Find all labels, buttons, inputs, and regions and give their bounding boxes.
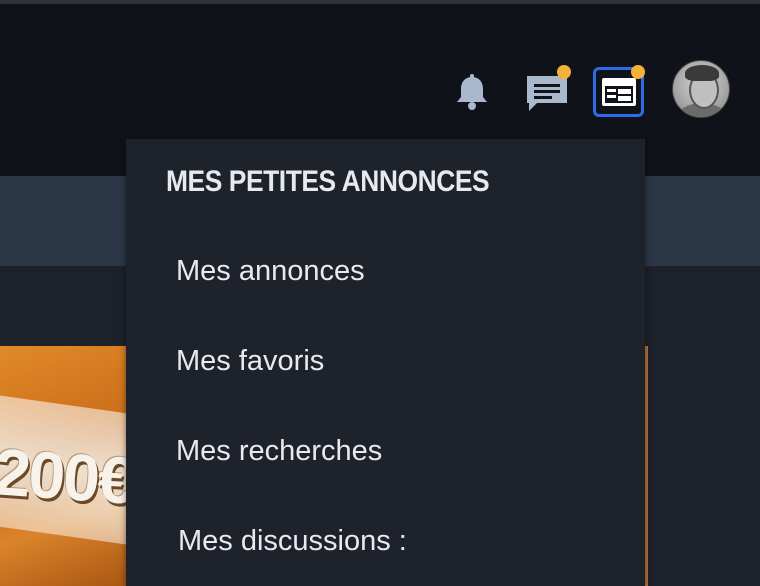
- avatar[interactable]: [672, 60, 730, 118]
- menu-item-mes-recherches[interactable]: Mes recherches: [176, 435, 382, 468]
- page: 200€ MES PETITES ANNONCES Mes annonces M…: [0, 0, 760, 586]
- chat-icon[interactable]: [525, 73, 569, 113]
- ad-banner[interactable]: 200€: [0, 346, 130, 586]
- menu-item-mes-favoris[interactable]: Mes favoris: [176, 345, 324, 378]
- ad-price: 200€: [0, 434, 130, 518]
- annonces-dropdown-menu: MES PETITES ANNONCES Mes annonces Mes fa…: [126, 139, 645, 586]
- menu-item-mes-annonces[interactable]: Mes annonces: [176, 255, 365, 288]
- content-accent-border: [645, 346, 648, 586]
- chat-notification-badge: [557, 65, 571, 79]
- annonces-icon: [602, 78, 636, 106]
- menu-item-mes-discussions[interactable]: Mes discussions :: [178, 525, 407, 558]
- dropdown-title: MES PETITES ANNONCES: [166, 165, 490, 198]
- annonces-notification-badge: [631, 65, 645, 79]
- bell-icon[interactable]: [453, 73, 491, 111]
